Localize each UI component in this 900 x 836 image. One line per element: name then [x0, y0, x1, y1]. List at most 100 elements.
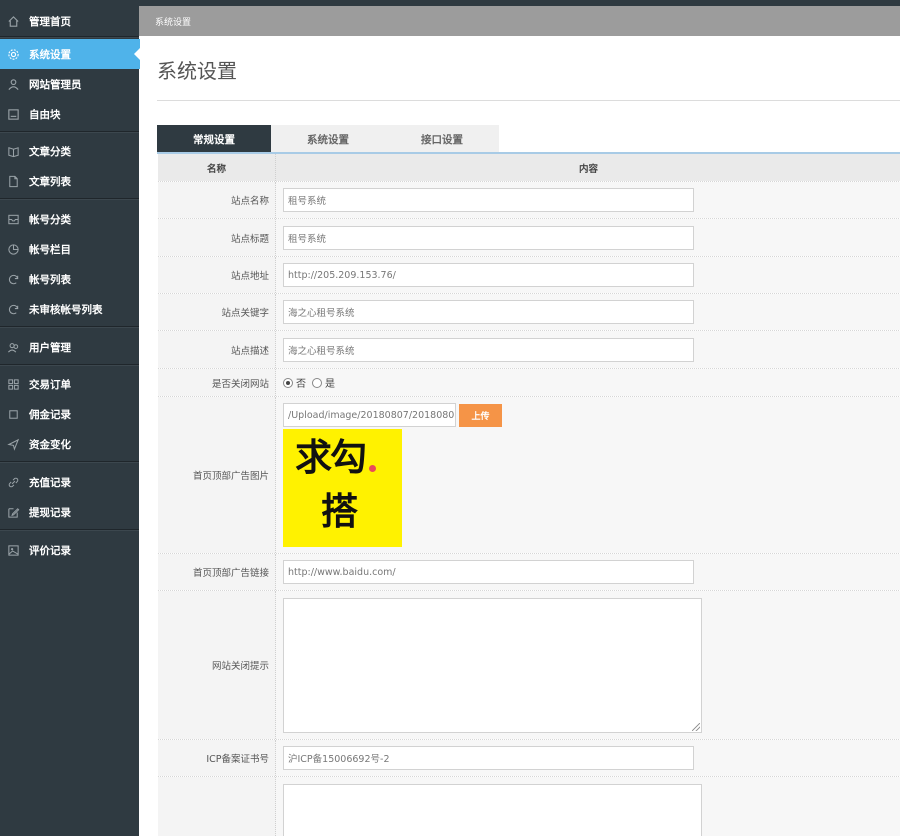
sidebar-item-label: 网站管理员: [29, 78, 82, 91]
header-name: 名称: [158, 154, 276, 181]
sidebar-item-system-settings[interactable]: 系统设置: [0, 39, 141, 69]
sidebar-item-fund-changes[interactable]: 资金变化: [0, 429, 139, 459]
title-divider: [157, 100, 900, 101]
sidebar-item-users[interactable]: 用户管理: [0, 332, 139, 362]
table-row-next: [158, 777, 900, 836]
tab-api-settings[interactable]: 接口设置: [385, 125, 499, 153]
sidebar-divider: [0, 364, 139, 366]
icp-input[interactable]: 沪ICP备15006692号-2: [283, 746, 694, 770]
next-textarea[interactable]: [283, 784, 702, 836]
sidebar-divider: [0, 461, 139, 463]
ad-image-text-bottom: 搭: [321, 490, 358, 533]
table-row-site-title: 站点标题 租号系统: [158, 219, 900, 257]
sidebar-item-label: 未审核帐号列表: [29, 303, 103, 316]
sidebar-item-commission[interactable]: 佣金记录: [0, 399, 139, 429]
sidebar-item-withdraw[interactable]: 提现记录: [0, 497, 139, 527]
sidebar-item-label: 帐号栏目: [29, 243, 71, 256]
sidebar-divider: [0, 131, 139, 133]
site-closed-radio-group: 否 是: [283, 369, 335, 396]
home-icon: [6, 14, 20, 28]
table-row-site-keywords: 站点关键字 海之心租号系统: [158, 294, 900, 331]
gear-icon: [6, 47, 20, 61]
close-notice-label: 网站关闭提示: [158, 591, 276, 739]
sidebar-item-admins[interactable]: 网站管理员: [0, 69, 139, 99]
sidebar-item-label: 评价记录: [29, 544, 71, 557]
header-content: 内容: [276, 154, 900, 181]
link-icon: [6, 475, 20, 489]
users-icon: [6, 340, 20, 354]
sidebar-item-unreviewed-accounts[interactable]: 未审核帐号列表: [0, 294, 139, 324]
next-row-label: [158, 777, 276, 836]
ad-image-preview: 求勾 搭: [283, 429, 402, 547]
sidebar-item-label: 管理首页: [29, 15, 71, 28]
sidebar-item-account-list[interactable]: 帐号列表: [0, 264, 139, 294]
image-icon: [6, 543, 20, 557]
resize-grip-icon[interactable]: [692, 723, 700, 731]
send-icon: [6, 437, 20, 451]
ad-image-label: 首页顶部广告图片: [158, 397, 276, 553]
site-description-input[interactable]: 海之心租号系统: [283, 338, 694, 362]
site-closed-no-label: 否: [296, 379, 306, 390]
sidebar-item-label: 充值记录: [29, 476, 71, 489]
page-title: 系统设置: [157, 59, 237, 83]
table-row-ad-image: 首页顶部广告图片 /Upload/image/20180807/20180807…: [158, 397, 900, 554]
table-row-close-notice: 网站关闭提示: [158, 591, 900, 740]
tab-system-settings[interactable]: 系统设置: [271, 125, 385, 153]
book-icon: [6, 144, 20, 158]
table-row-site-name: 站点名称 租号系统: [158, 182, 900, 219]
close-notice-textarea[interactable]: [283, 598, 702, 733]
sidebar-item-label: 文章分类: [29, 145, 71, 158]
sidebar-item-label: 帐号分类: [29, 213, 71, 226]
sidebar-item-label: 文章列表: [29, 175, 71, 188]
tab-general-settings[interactable]: 常规设置: [157, 125, 271, 153]
ad-link-label: 首页顶部广告链接: [158, 554, 276, 590]
site-title-label: 站点标题: [158, 219, 276, 256]
site-closed-no-radio[interactable]: [283, 377, 293, 388]
table-row-ad-link: 首页顶部广告链接 http://www.baidu.com/: [158, 554, 900, 591]
table-header-row: 名称 内容: [158, 154, 900, 182]
site-closed-label: 是否关闭网站: [158, 369, 276, 396]
user-icon: [6, 77, 20, 91]
sidebar-divider: [0, 36, 139, 38]
sidebar-item-recharge[interactable]: 充值记录: [0, 467, 139, 497]
pie-icon: [6, 242, 20, 256]
inbox-icon: [6, 212, 20, 226]
sidebar-item-label: 佣金记录: [29, 408, 71, 421]
sidebar-item-label: 用户管理: [29, 341, 71, 354]
sidebar-divider: [0, 198, 139, 200]
sidebar-item-label: 交易订单: [29, 378, 71, 391]
sidebar-item-article-categories[interactable]: 文章分类: [0, 136, 139, 166]
icp-label: ICP备案证书号: [158, 740, 276, 776]
ad-image-path-input[interactable]: /Upload/image/20180807/201808071: [283, 403, 456, 427]
sidebar-item-orders[interactable]: 交易订单: [0, 369, 139, 399]
site-url-input[interactable]: http://205.209.153.76/: [283, 263, 694, 287]
site-closed-yes-radio[interactable]: [312, 377, 322, 388]
sidebar-item-account-columns[interactable]: 帐号栏目: [0, 234, 139, 264]
grid-icon: [6, 377, 20, 391]
ad-image-text-top: 求勾: [295, 436, 367, 479]
sidebar-item-label: 提现记录: [29, 506, 71, 519]
sidebar-item-article-list[interactable]: 文章列表: [0, 166, 139, 196]
site-keywords-input[interactable]: 海之心租号系统: [283, 300, 694, 324]
sidebar-item-home[interactable]: 管理首页: [0, 6, 139, 36]
sidebar-item-label: 资金变化: [29, 438, 71, 451]
site-name-label: 站点名称: [158, 182, 276, 218]
ad-link-input[interactable]: http://www.baidu.com/: [283, 560, 694, 584]
sidebar-divider: [0, 326, 139, 328]
refresh-icon: [6, 302, 20, 316]
sidebar-item-label: 系统设置: [29, 48, 71, 61]
table-row-site-closed: 是否关闭网站 否 是: [158, 369, 900, 397]
upload-button[interactable]: 上传: [459, 404, 502, 427]
sidebar-item-label: 自由块: [29, 108, 61, 121]
sidebar-item-account-categories[interactable]: 帐号分类: [0, 204, 139, 234]
table-row-site-description: 站点描述 海之心租号系统: [158, 331, 900, 369]
sidebar-item-free-block[interactable]: 自由块: [0, 99, 139, 129]
site-closed-yes-label: 是: [325, 379, 335, 390]
sidebar-divider: [0, 529, 139, 531]
sidebar-item-reviews[interactable]: 评价记录: [0, 535, 139, 565]
block-icon: [6, 107, 20, 121]
site-keywords-label: 站点关键字: [158, 294, 276, 330]
site-name-input[interactable]: 租号系统: [283, 188, 694, 212]
site-title-input[interactable]: 租号系统: [283, 226, 694, 250]
sidebar: 管理首页 系统设置 网站管理员 自由块 文章分类 文章列表 帐号分类 帐号栏目 …: [0, 0, 141, 836]
